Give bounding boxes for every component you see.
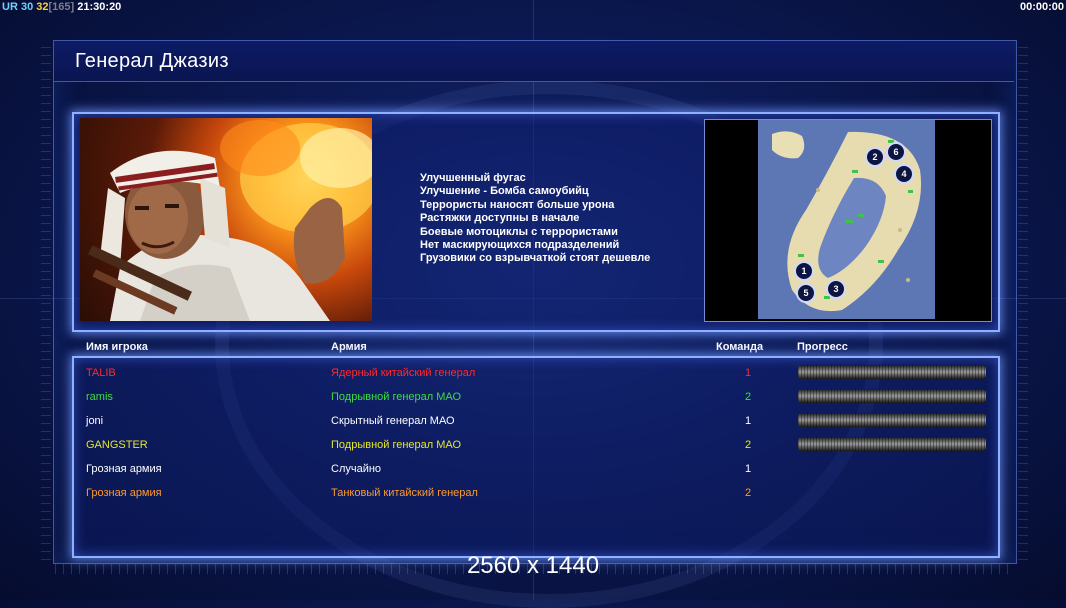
player-army: Подрывной генерал МАО	[331, 391, 462, 403]
map-start-slot[interactable]: 2	[865, 147, 885, 167]
player-progress-bar	[798, 389, 986, 403]
player-name: ramis	[86, 391, 113, 403]
map-start-slot[interactable]: 4	[894, 164, 914, 184]
player-name: Грозная армия	[86, 487, 162, 499]
table-row[interactable]: Грозная армия Танковый китайский генерал 2	[86, 485, 986, 503]
player-name: GANGSTER	[86, 439, 148, 451]
feature-item: Растяжки доступны в начале	[420, 212, 580, 225]
map-start-slot[interactable]: 3	[826, 279, 846, 299]
player-team: 1	[745, 463, 752, 475]
table-row[interactable]: GANGSTER Подрывной генерал МАО 2	[86, 437, 986, 455]
ruler-ticks-left	[41, 40, 51, 560]
hud-bracket: [165]	[48, 1, 75, 13]
player-team: 2	[745, 439, 752, 451]
feature-item: Нет маскирующихся подразделений	[420, 239, 620, 252]
player-army: Танковый китайский генерал	[331, 487, 478, 499]
player-team: 1	[745, 415, 752, 427]
table-row[interactable]: TALIB Ядерный китайский генерал 1	[86, 365, 986, 383]
general-features-list: Улучшенный фугас Улучшение - Бомба самоу…	[420, 172, 650, 266]
ruler-ticks-right	[1018, 40, 1028, 560]
player-progress-bar	[798, 437, 986, 451]
player-name: Грозная армия	[86, 463, 162, 475]
general-title: Генерал Джазиз	[75, 50, 229, 72]
players-table	[72, 356, 1000, 558]
player-name: TALIB	[86, 367, 116, 379]
player-name: joni	[86, 415, 104, 427]
player-army: Случайно	[331, 463, 382, 475]
map-start-slot[interactable]: 6	[886, 142, 906, 162]
resolution-label: 2560 x 1440	[466, 552, 600, 579]
hud-num-right: 32	[36, 1, 49, 13]
table-row[interactable]: Грозная армия Случайно 1	[86, 461, 986, 479]
feature-item: Террористы наносят больше урона	[420, 198, 615, 211]
hud-stats: UR 30 32[165] 21:30:20	[2, 0, 121, 14]
player-team: 2	[745, 487, 752, 499]
player-progress-bar	[798, 413, 986, 427]
hud-num-left: 30	[20, 1, 34, 13]
player-team: 1	[745, 367, 752, 379]
header-team: Команда	[716, 341, 764, 353]
hud-clock: 21:30:20	[77, 1, 122, 13]
map-start-slot[interactable]: 1	[794, 261, 814, 281]
header-player-name: Имя игрока	[86, 341, 148, 353]
general-portrait	[80, 118, 372, 321]
map-start-slot[interactable]: 5	[796, 283, 816, 303]
feature-item: Улучшенный фугас	[420, 172, 526, 184]
header-progress: Прогресс	[797, 341, 848, 353]
player-army: Ядерный китайский генерал	[331, 367, 476, 379]
table-row[interactable]: joni Скрытный генерал МАО 1	[86, 413, 986, 431]
player-progress-bar	[798, 365, 986, 379]
hud-timer: 00:00:00	[1019, 1, 1064, 13]
hud-ur: UR	[2, 1, 18, 13]
header-army: Армия	[331, 341, 367, 353]
player-team: 2	[745, 391, 752, 403]
feature-item: Улучшение - Бомба самоубийц	[420, 185, 589, 198]
player-army: Скрытный генерал МАО	[331, 415, 455, 427]
map-preview-terrain[interactable]	[758, 120, 935, 319]
feature-item: Боевые мотоциклы с террористами	[420, 225, 618, 238]
player-army: Подрывной генерал МАО	[331, 439, 462, 451]
table-row[interactable]: ramis Подрывной генерал МАО 2	[86, 389, 986, 407]
feature-item: Грузовики со взрывчаткой стоят дешевле	[420, 252, 651, 265]
